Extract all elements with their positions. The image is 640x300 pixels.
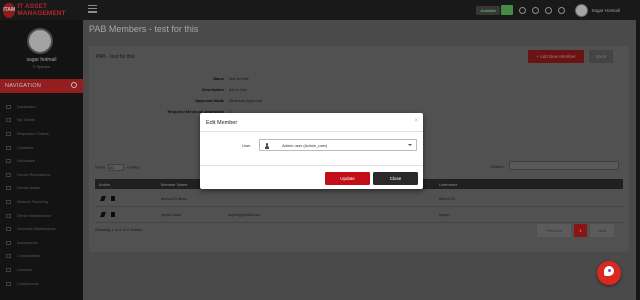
chat-widget-button[interactable] [597, 261, 621, 285]
modal-footer: Update Close [200, 165, 423, 189]
close-button[interactable]: Close [373, 172, 418, 185]
chevron-down-icon [408, 144, 412, 146]
edit-member-modal: Edit Member × User Admin user (Admin_use… [200, 113, 423, 189]
user-field-label: User [242, 143, 251, 148]
close-icon[interactable]: × [414, 118, 418, 124]
modal-header: Edit Member × [200, 113, 423, 132]
update-button[interactable]: Update [325, 172, 370, 185]
user-icon [265, 143, 269, 149]
modal-title: Edit Member [206, 120, 238, 126]
chat-bubble-dot [607, 269, 611, 272]
user-select[interactable]: Admin user (Admin_user) [259, 139, 417, 151]
user-select-value: Admin user (Admin_user) [282, 143, 328, 148]
